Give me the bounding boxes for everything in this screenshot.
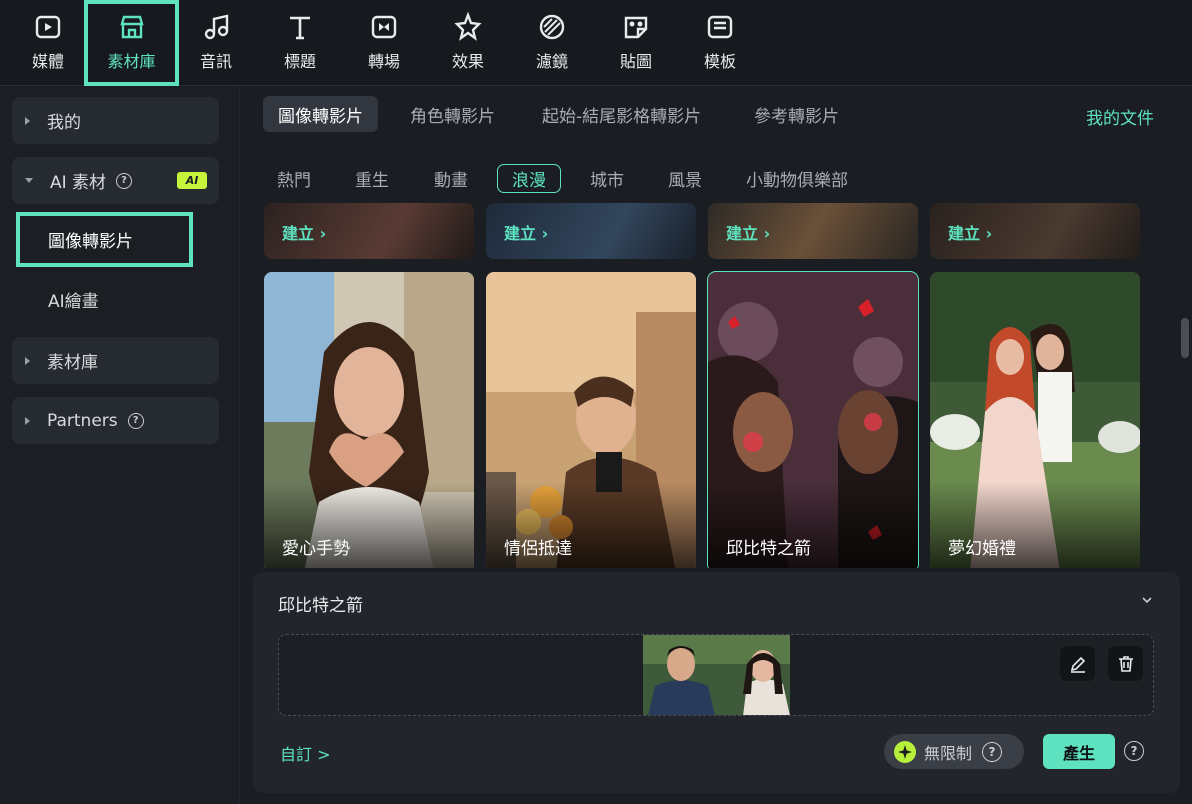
template-card-partial[interactable]: 建立 › [264, 203, 474, 259]
store-icon [119, 15, 144, 39]
tab-start-end-frame[interactable]: 起始-結尾影格轉影片 [527, 96, 716, 132]
sidebar-item-label: 我的 [47, 113, 81, 133]
sidebar-item-label: Partners [47, 410, 118, 431]
delete-button[interactable] [1108, 646, 1143, 681]
card-title: 愛心手勢 [282, 539, 350, 559]
tab-image-to-video[interactable]: 圖像轉影片 [263, 96, 378, 132]
tool-label: 轉場 [367, 52, 400, 71]
tool-label: 模板 [703, 52, 736, 71]
uploaded-image-thumbnail [643, 635, 790, 715]
expand-arrow-icon [25, 116, 30, 125]
sidebar-item-mine[interactable]: 我的 [12, 97, 219, 144]
chip-city[interactable]: 城市 [576, 164, 638, 193]
help-icon[interactable]: ? [982, 741, 1003, 762]
tab-character-to-video[interactable]: 角色轉影片 [395, 96, 510, 132]
tool-media[interactable]: 媒體 [8, 0, 88, 86]
expand-arrow-icon [25, 416, 30, 425]
help-icon[interactable]: ? [127, 412, 144, 429]
ai-badge: AI [177, 172, 207, 189]
pencil-icon [1070, 656, 1085, 673]
generate-button[interactable]: 產生 [1043, 734, 1115, 769]
credit-indicator[interactable]: 無限制 ? [884, 734, 1024, 769]
help-icon[interactable]: ? [1124, 741, 1144, 761]
chip-popular[interactable]: 熱門 [263, 164, 325, 193]
template-card-selected[interactable]: 邱比特之箭 [707, 271, 919, 568]
tool-label: 濾鏡 [535, 52, 568, 71]
trash-icon [1118, 655, 1133, 672]
template-card-partial[interactable]: 建立 › [486, 203, 696, 259]
tool-label: 音訊 [199, 52, 232, 71]
template-card[interactable]: 夢幻婚禮 [930, 272, 1140, 568]
sidebar: 我的 AI 素材 ? AI 圖像轉影片 AI繪畫 素材庫 Partners ? [0, 87, 240, 804]
tool-filters[interactable]: 濾鏡 [512, 0, 592, 86]
sparkle-icon [894, 740, 916, 763]
collapse-arrow-icon [25, 178, 33, 183]
chip-rebirth[interactable]: 重生 [341, 164, 403, 193]
sticker-icon [624, 16, 648, 39]
card-title: 邱比特之箭 [726, 539, 811, 559]
music-note-icon [204, 14, 229, 40]
create-link[interactable]: 建立 › [948, 220, 992, 244]
tool-audio[interactable]: 音訊 [176, 0, 256, 86]
create-link[interactable]: 建立 › [504, 220, 548, 244]
sidebar-item-label: 素材庫 [47, 353, 98, 373]
sidebar-item-label: AI 素材 [50, 173, 107, 193]
my-documents-link[interactable]: 我的文件 [1086, 104, 1154, 129]
sidebar-item-partners[interactable]: Partners ? [12, 397, 219, 444]
template-card[interactable]: 愛心手勢 [264, 272, 474, 568]
sidebar-item-library[interactable]: 素材庫 [12, 337, 219, 384]
expand-arrow-icon [25, 356, 30, 365]
filter-icon [539, 14, 565, 40]
chip-romance[interactable]: 浪漫 [497, 164, 561, 193]
template-card-partial[interactable]: 建立 › [930, 203, 1140, 259]
chip-pet-club[interactable]: 小動物俱樂部 [732, 164, 862, 193]
chip-scenery[interactable]: 風景 [654, 164, 716, 193]
template-card[interactable]: 情侶抵達 [486, 272, 696, 568]
tool-label: 素材庫 [107, 52, 156, 71]
create-link[interactable]: 建立 › [282, 220, 326, 244]
text-icon [290, 16, 310, 40]
sidebar-item-ai-painting[interactable]: AI繪畫 [16, 272, 193, 327]
transition-icon [371, 15, 397, 39]
card-title: 情侶抵達 [504, 539, 572, 559]
create-link[interactable]: 建立 › [726, 220, 770, 244]
template-icon [707, 15, 733, 39]
panel-title: 邱比特之箭 [278, 596, 363, 616]
category-chips: 熱門 重生 動畫 浪漫 城市 風景 小動物俱樂部 [241, 153, 1192, 203]
tool-stickers[interactable]: 貼圖 [596, 0, 676, 86]
media-icon [35, 15, 61, 39]
image-upload-zone[interactable] [278, 634, 1154, 716]
edit-button[interactable] [1060, 646, 1095, 681]
tool-titles[interactable]: 標題 [260, 0, 340, 86]
effects-star-icon [454, 12, 482, 41]
tool-templates[interactable]: 模板 [680, 0, 760, 86]
tool-label: 貼圖 [619, 52, 652, 71]
tool-label: 標題 [283, 52, 316, 71]
template-grid: 建立 › 建立 › 建立 › 建立 › 愛心手勢 情侶抵達 邱比特之箭 夢幻婚禮 [241, 203, 1177, 568]
help-icon[interactable]: ? [116, 172, 133, 189]
sidebar-item-ai-assets[interactable]: AI 素材 ? AI [12, 157, 219, 204]
tool-label: 媒體 [31, 52, 64, 71]
chevron-down-icon[interactable] [1142, 595, 1152, 605]
generation-panel: 邱比特之箭 自訂 > 無限制 ? 產生 ? [253, 572, 1180, 793]
scrollbar-thumb[interactable] [1181, 318, 1189, 358]
customize-link[interactable]: 自訂 > [280, 741, 331, 765]
top-toolbar: 媒體 素材庫 音訊 標題 轉場 效果 濾鏡 貼圖 模板 [0, 0, 1192, 86]
tool-library[interactable]: 素材庫 [84, 0, 179, 86]
chip-animation[interactable]: 動畫 [420, 164, 482, 193]
tool-transitions[interactable]: 轉場 [344, 0, 424, 86]
template-card-partial[interactable]: 建立 › [708, 203, 918, 259]
sidebar-item-image-to-video[interactable]: 圖像轉影片 [16, 212, 193, 267]
tab-reference-to-video[interactable]: 參考轉影片 [739, 96, 854, 132]
credit-label: 無限制 [924, 743, 973, 763]
card-title: 夢幻婚禮 [948, 539, 1016, 559]
tool-label: 效果 [451, 52, 484, 71]
tool-effects[interactable]: 效果 [428, 0, 508, 86]
mode-tabs: 圖像轉影片 角色轉影片 起始-結尾影格轉影片 參考轉影片 我的文件 [241, 87, 1192, 143]
